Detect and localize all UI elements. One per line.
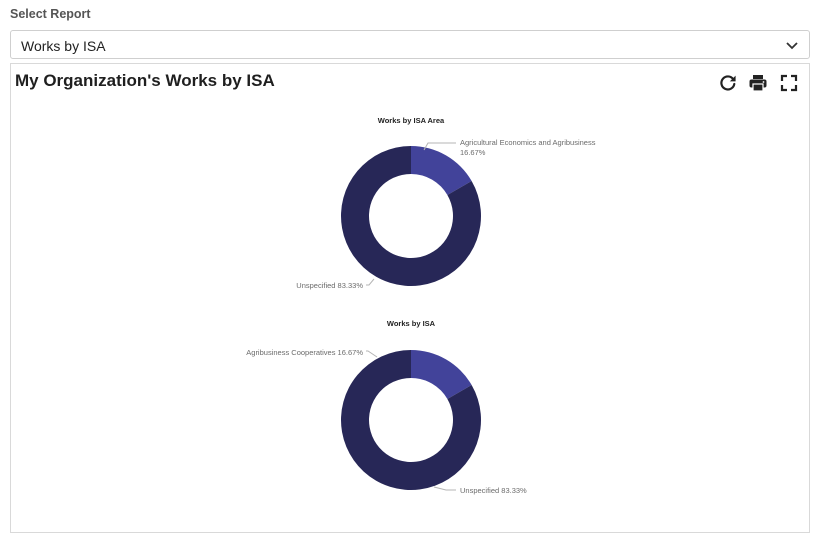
report-select-value: Works by ISA [21,38,106,54]
charts-area: Works by ISA Area Agricultural Economics … [246,116,596,495]
slice-value-label: 16.67% [460,148,486,157]
report-select[interactable]: Works by ISA [10,30,810,59]
leader-line [433,486,456,491]
slice-label: Unspecified 83.33% [460,486,527,495]
select-report-label: Select Report [10,7,91,21]
chart-title: Works by ISA [387,319,436,328]
slice-label: Agribusiness Cooperatives 16.67% [246,348,363,357]
slice-label: Agricultural Economics and Agribusiness [460,138,596,147]
leader-line [366,278,375,286]
chevron-down-icon [785,39,799,51]
leader-line [366,350,378,358]
slice-label: Unspecified 83.33% [296,281,363,290]
report-panel: My Organization's Works by ISA Works by … [10,63,810,533]
chart-title: Works by ISA Area [378,116,445,125]
